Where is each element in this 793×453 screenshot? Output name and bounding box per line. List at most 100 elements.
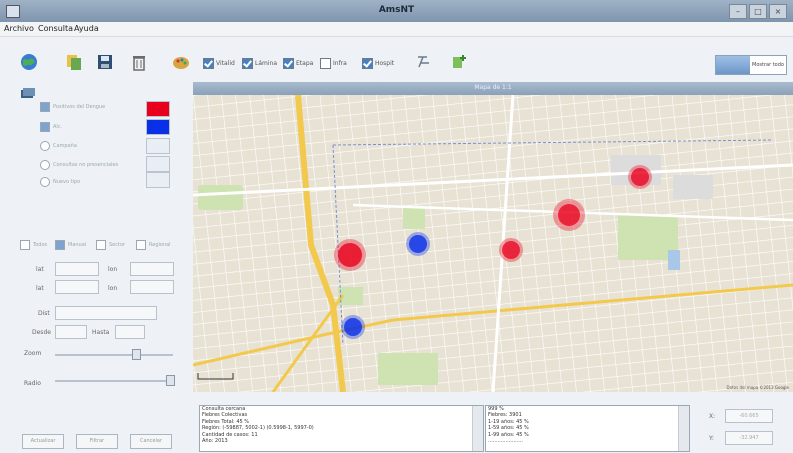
y-label: Y: [709, 435, 714, 442]
x-label: X: [709, 413, 716, 420]
update-button[interactable]: Actualizar [22, 434, 64, 449]
add-layer-icon[interactable] [450, 53, 468, 71]
lon-label: lon [108, 266, 118, 273]
filter-regional[interactable]: Regional [136, 240, 171, 250]
radio[interactable] [40, 160, 50, 170]
layers-icon[interactable] [65, 53, 83, 71]
map-title: Mapa de 1:1 [474, 84, 512, 91]
option-dengue[interactable]: Positivos del Dengue [40, 102, 105, 112]
lon-input[interactable] [130, 262, 174, 276]
view-toggle-label: Mostrar todo [752, 62, 784, 68]
check-label: Etapa [296, 60, 314, 67]
filter-sector[interactable]: Sector [96, 240, 125, 250]
zoom-slider-knob[interactable] [132, 349, 141, 360]
close-button[interactable]: × [769, 4, 787, 19]
globe-icon[interactable] [20, 53, 38, 71]
checkbox[interactable] [55, 240, 65, 250]
minimize-button[interactable]: – [729, 4, 747, 19]
save-icon[interactable] [96, 53, 114, 71]
radio-label: Radio [24, 380, 41, 387]
menu-archivo[interactable]: Archivo [4, 24, 34, 33]
option-label: Consultas no presenciales [53, 162, 119, 168]
check-etapa[interactable]: Etapa [283, 58, 313, 69]
filter-label: Todos [33, 242, 48, 248]
filter-manual[interactable]: Manual [55, 240, 86, 250]
color-swatch-empty[interactable] [146, 172, 170, 188]
scrollbar[interactable] [678, 406, 689, 451]
check-infra[interactable]: Infra [320, 58, 347, 69]
lat-input[interactable] [55, 262, 99, 276]
checkbox[interactable] [203, 58, 214, 69]
view-map-thumb[interactable] [716, 56, 750, 74]
hasta-label: Hasta [92, 329, 110, 336]
menu-bar: Archivo Consulta Ayuda [0, 22, 793, 37]
marker-red[interactable] [628, 165, 652, 189]
checkbox[interactable] [320, 58, 331, 69]
checkbox[interactable] [283, 58, 294, 69]
menu-consulta[interactable]: Consulta [38, 24, 73, 33]
checkbox[interactable] [40, 122, 50, 132]
marker-red[interactable] [499, 238, 523, 262]
marker-red-large[interactable] [334, 239, 366, 271]
desde-label: Desde [32, 329, 51, 336]
window-controls: – □ × [729, 4, 787, 19]
window-title: AmsNT [378, 5, 415, 15]
zoom-label: Zoom [24, 350, 42, 357]
toolbar: Vitalid Lámina Etapa Infra Hospit [0, 37, 793, 81]
radio[interactable] [40, 177, 50, 187]
radio[interactable] [40, 141, 50, 151]
maximize-button[interactable]: □ [749, 4, 767, 19]
info-panel: Consulta cercana Fiebres Colectivas Fieb… [193, 395, 793, 453]
map-titlebar: Mapa de 1:1 [193, 82, 793, 95]
check-vitalid[interactable]: Vitalid [203, 58, 235, 69]
option-nuevo[interactable]: Nuevo tipo [40, 177, 80, 187]
lat-label: lat [36, 266, 44, 273]
checkbox[interactable] [362, 58, 373, 69]
option-label: Nuevo tipo [53, 179, 81, 185]
checkbox[interactable] [96, 240, 106, 250]
hasta-input[interactable] [115, 325, 145, 339]
palette-icon[interactable] [172, 53, 190, 71]
filter-button[interactable]: Filtrar [76, 434, 118, 449]
view-toggle[interactable]: Mostrar todo [715, 55, 787, 75]
checkbox[interactable] [242, 58, 253, 69]
checkbox[interactable] [20, 240, 30, 250]
dist-select[interactable] [55, 306, 157, 320]
option-campana[interactable]: Campaña [40, 141, 77, 151]
lon2-label: lon [108, 285, 118, 292]
y-coordinate-field[interactable]: -32.947 [725, 431, 773, 445]
color-swatch-empty[interactable] [146, 156, 170, 172]
option-consultas[interactable]: Consultas no presenciales [40, 160, 118, 170]
desde-input[interactable] [55, 325, 87, 339]
tool-icon[interactable] [415, 53, 433, 71]
marker-blue[interactable] [341, 315, 365, 339]
marker-blue[interactable] [406, 232, 430, 256]
color-swatch-red[interactable] [146, 101, 170, 117]
marker-red-large[interactable] [553, 199, 585, 231]
dist-label: Dist [38, 310, 50, 317]
lat2-input[interactable] [55, 280, 99, 294]
title-bar: AmsNT – □ × [0, 0, 793, 22]
color-swatch-blue[interactable] [146, 119, 170, 135]
checkbox[interactable] [40, 102, 50, 112]
cancel-button[interactable]: Cancelar [130, 434, 172, 449]
info-line: ...................... [488, 438, 523, 445]
x-coordinate-field[interactable]: -60.665 [725, 409, 773, 423]
color-swatch-empty[interactable] [146, 138, 170, 154]
radio-slider-track[interactable] [55, 380, 173, 382]
filter-todos[interactable]: Todos [20, 240, 47, 250]
info-text-right[interactable]: 999 % Fiebres: 3901 1-19 años: 45 % 1-59… [485, 405, 690, 452]
check-hospit[interactable]: Hospit [362, 58, 394, 69]
zoom-slider-track[interactable] [55, 354, 173, 356]
scrollbar[interactable] [472, 406, 483, 451]
menu-ayuda[interactable]: Ayuda [74, 24, 99, 33]
lon2-input[interactable] [130, 280, 174, 294]
trash-icon[interactable] [130, 53, 148, 71]
info-text-left[interactable]: Consulta cercana Fiebres Colectivas Fieb… [199, 405, 484, 452]
option-alc[interactable]: Alc. [40, 122, 62, 132]
option-label: Positivos del Dengue [53, 104, 106, 110]
check-lamina[interactable]: Lámina [242, 58, 277, 69]
checkbox[interactable] [136, 240, 146, 250]
radio-slider-knob[interactable] [166, 375, 175, 386]
filter-label: Regional [149, 242, 171, 248]
